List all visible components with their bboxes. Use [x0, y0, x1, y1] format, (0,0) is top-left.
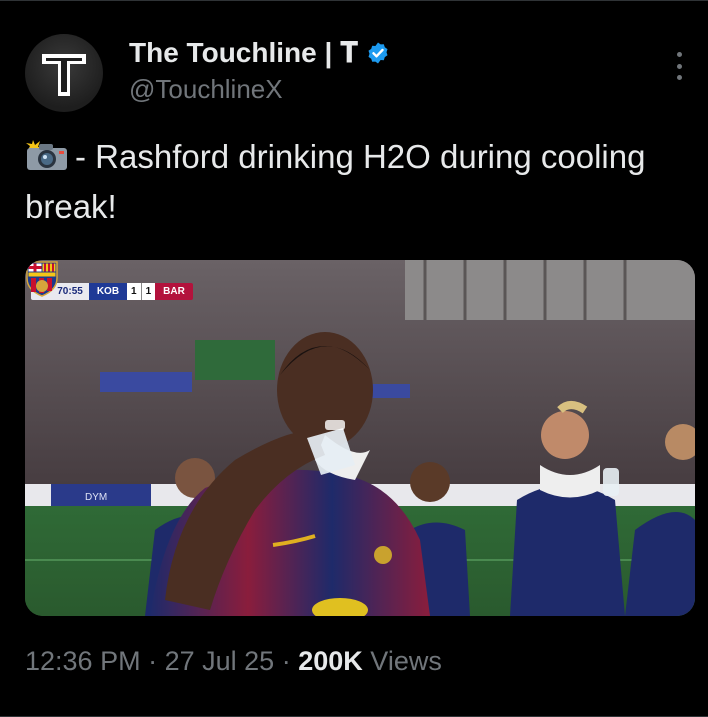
meta-separator: · — [148, 646, 158, 676]
scoreboard-home-team: KOB — [88, 283, 128, 300]
tweet-body-text: - Rashford drinking H2O during cooling b… — [25, 138, 646, 225]
views-label[interactable]: Views — [370, 646, 442, 676]
tweet-time[interactable]: 12:36 PM — [25, 646, 141, 676]
touchline-logo-icon — [42, 54, 86, 96]
verified-badge-icon — [368, 42, 388, 64]
tweet-date[interactable]: 27 Jul 25 — [165, 646, 275, 676]
views-count[interactable]: 200K — [298, 646, 363, 676]
fc-barcelona-crest-icon — [26, 261, 58, 297]
rashford-cooling-break-photo: DYM — [25, 260, 695, 616]
tweet-media-image[interactable]: DYM 2P 70:55 KOB — [25, 260, 695, 616]
author-handle[interactable]: @TouchlineX — [129, 74, 283, 105]
author-display-name[interactable]: The Touchline | 𝐓 — [129, 37, 358, 70]
author-avatar[interactable] — [25, 34, 103, 112]
more-options-icon[interactable] — [668, 52, 690, 80]
top-divider — [0, 0, 708, 1]
meta-separator: · — [281, 646, 291, 676]
scoreboard-away-team: BAR — [155, 283, 193, 300]
author-name-row[interactable]: The Touchline | 𝐓 — [129, 36, 390, 70]
tweet-text: - Rashford drinking H2O during cooling b… — [25, 134, 665, 230]
camera-flash-icon — [25, 138, 69, 184]
ad-board-text: DYM — [85, 492, 107, 503]
scoreboard-away-score: 1 — [140, 283, 156, 300]
scoreboard-clock: 70:55 — [55, 283, 89, 300]
scoreboard-home-score: 1 — [127, 283, 141, 300]
tweet-meta: 12:36 PM · 27 Jul 25 · 200K Views — [25, 646, 442, 677]
